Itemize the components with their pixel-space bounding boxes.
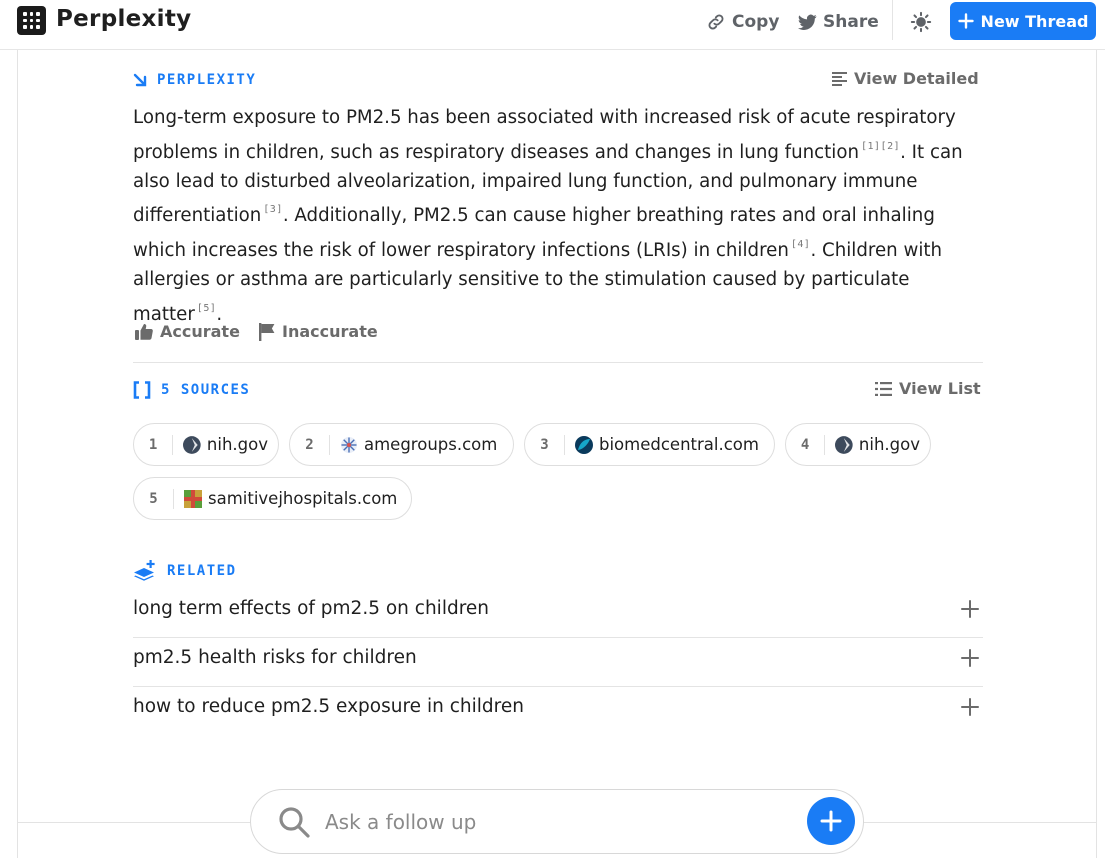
related-item-text: pm2.5 health risks for children	[133, 647, 417, 668]
citation-marker[interactable]: [3]	[263, 204, 283, 215]
layers-plus-icon	[134, 560, 155, 581]
plus-icon	[961, 697, 979, 716]
plus-icon	[957, 13, 974, 29]
brand-name[interactable]: Perplexity	[56, 6, 191, 32]
source-chip[interactable]: 1 nih.gov	[133, 423, 279, 466]
accurate-label: Accurate	[160, 322, 240, 341]
answer-text: Long-term exposure to PM2.5 has been ass…	[133, 104, 983, 330]
citation-marker[interactable]: [4]	[791, 239, 811, 250]
view-detailed-label: View Detailed	[854, 69, 979, 88]
thumbs-up-icon	[135, 324, 153, 340]
related-item-text: long term effects of pm2.5 on children	[133, 598, 490, 619]
answer-section-label: PERPLEXITY	[157, 72, 257, 88]
related-item[interactable]: long term effects of pm2.5 on children	[133, 584, 983, 633]
source-chip[interactable]: 4 nih.gov	[785, 423, 931, 466]
related-item-text: how to reduce pm2.5 exposure in children	[133, 696, 524, 717]
toolbar-divider	[892, 0, 893, 40]
share-label: Share	[823, 12, 879, 32]
related-item[interactable]: how to reduce pm2.5 exposure in children	[133, 682, 983, 731]
nih-favicon-icon	[183, 435, 201, 454]
source-number: 4	[786, 434, 826, 455]
amegroups-favicon-icon	[341, 436, 357, 453]
link-icon	[708, 14, 724, 30]
sources-section-header: 5 SOURCES	[133, 381, 250, 399]
source-number: 5	[134, 488, 174, 509]
related-item[interactable]: pm2.5 health risks for children	[133, 633, 983, 682]
align-left-icon	[832, 71, 847, 86]
brackets-icon	[133, 381, 151, 399]
source-number: 3	[525, 434, 565, 455]
citation-marker[interactable]: [1][2]	[861, 141, 900, 152]
source-domain: nih.gov	[206, 435, 268, 454]
answer-section-header: PERPLEXITY	[133, 72, 256, 88]
sources-section-label: 5 SOURCES	[161, 382, 251, 398]
plus-icon	[961, 648, 979, 667]
submit-button[interactable]	[807, 797, 855, 845]
source-domain: amegroups.com	[364, 435, 498, 454]
nih-favicon-icon	[835, 435, 853, 454]
share-button[interactable]: Share	[798, 10, 879, 34]
source-domain: samitivejhospitals.com	[208, 489, 398, 508]
new-thread-button[interactable]: New Thread	[950, 2, 1096, 40]
search-icon	[279, 807, 310, 838]
followup-bar	[250, 789, 864, 854]
view-list-button[interactable]: View List	[875, 379, 981, 398]
related-section-label: RELATED	[167, 563, 237, 579]
list-icon	[875, 381, 892, 396]
twitter-icon	[798, 14, 817, 30]
top-bar: Perplexity Copy Share New Thread	[0, 0, 1105, 50]
plus-icon	[820, 810, 842, 832]
biomedcentral-favicon-icon	[575, 435, 593, 454]
source-number: 1	[134, 434, 174, 455]
section-divider	[133, 362, 983, 363]
inaccurate-button[interactable]: Inaccurate	[259, 322, 378, 341]
accurate-button[interactable]: Accurate	[135, 322, 240, 341]
view-detailed-button[interactable]: View Detailed	[832, 69, 979, 88]
source-chip[interactable]: 2 amegroups.com	[289, 423, 514, 466]
copy-button[interactable]: Copy	[706, 10, 779, 34]
theme-toggle-icon[interactable]	[910, 11, 932, 33]
source-chip[interactable]: 5 samitivejhospitals.com	[133, 477, 412, 520]
flag-icon	[259, 322, 275, 341]
plus-icon	[961, 599, 979, 618]
arrow-down-right-icon	[133, 73, 147, 87]
app-menu-icon[interactable]	[17, 6, 46, 35]
samitivej-favicon-icon	[184, 489, 202, 508]
view-list-label: View List	[899, 379, 981, 398]
citation-marker[interactable]: [5]	[197, 303, 217, 314]
followup-input[interactable]	[325, 804, 795, 840]
related-section-header: RELATED	[133, 560, 237, 582]
answer-segment: Long-term exposure to PM2.5 has been ass…	[133, 107, 956, 163]
source-domain: biomedcentral.com	[599, 435, 759, 454]
source-number: 2	[290, 434, 330, 455]
source-chip[interactable]: 3 biomedcentral.com	[524, 423, 775, 466]
inaccurate-label: Inaccurate	[282, 322, 378, 341]
new-thread-label: New Thread	[980, 11, 1089, 31]
source-domain: nih.gov	[858, 435, 920, 454]
copy-label: Copy	[732, 12, 780, 32]
